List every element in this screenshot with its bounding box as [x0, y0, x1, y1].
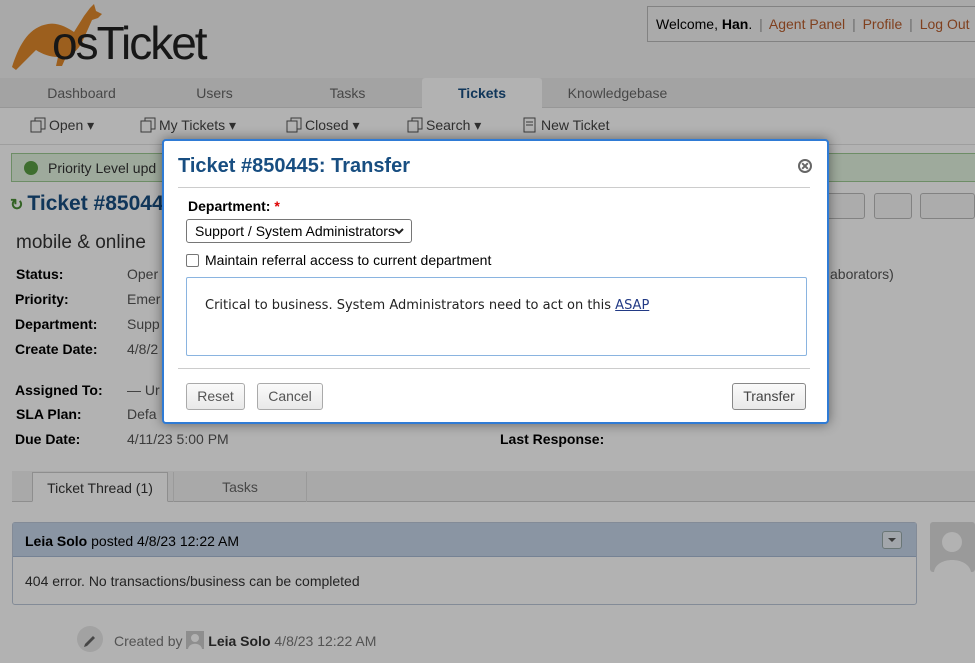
- department-selected: Support / System Administrators: [195, 223, 395, 239]
- transfer-button[interactable]: Transfer: [732, 383, 806, 410]
- reset-button[interactable]: Reset: [186, 383, 245, 410]
- department-field-label: Department: *: [188, 198, 280, 214]
- department-select[interactable]: Support / System Administrators: [186, 219, 412, 243]
- page: osTicket Welcome, Han. | Agent Panel | P…: [0, 0, 975, 663]
- comment-textarea[interactable]: Critical to business. System Administrat…: [186, 277, 807, 356]
- comment-link: ASAP: [615, 298, 650, 313]
- comment-text: Critical to business. System Administrat…: [205, 298, 616, 313]
- cancel-button[interactable]: Cancel: [257, 383, 323, 410]
- required-mark: *: [274, 198, 280, 214]
- maintain-referral-checkbox[interactable]: [186, 254, 199, 267]
- close-icon[interactable]: [798, 159, 812, 173]
- maintain-referral-label: Maintain referral access to current depa…: [205, 252, 492, 268]
- dialog-title: Ticket #850445: Transfer: [178, 155, 411, 177]
- dialog-divider-top: [178, 187, 810, 188]
- chevron-down-icon: [394, 228, 404, 235]
- transfer-dialog: Ticket #850445: Transfer Department: * S…: [162, 139, 829, 424]
- dialog-divider-bottom: [178, 368, 810, 369]
